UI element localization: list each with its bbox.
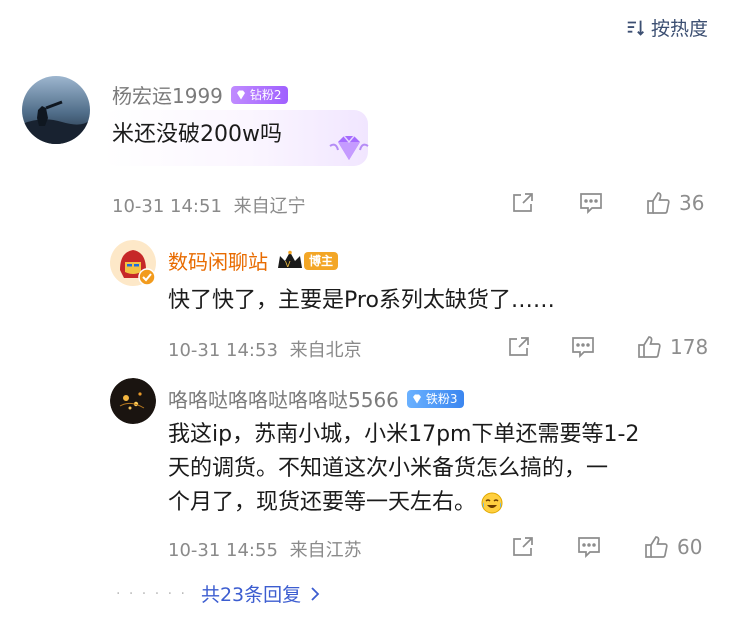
like-button[interactable]: 178 xyxy=(636,334,708,360)
comment-icon xyxy=(580,193,602,215)
more-replies-link[interactable]: · · · · · · 共23条回复 xyxy=(116,580,323,607)
reply-header: 咯咯哒咯咯哒咯咯哒5566 铁粉3 xyxy=(168,384,464,413)
reply-header: 数码闲聊站 V 博主 xyxy=(168,246,339,275)
comment-location: 来自辽宁 xyxy=(233,196,306,217)
like-count: 60 xyxy=(677,535,703,559)
like-count: 36 xyxy=(679,191,705,215)
reply-time: 10-31 14:53 xyxy=(168,340,278,361)
reply-location: 来自江苏 xyxy=(289,540,362,561)
avatar[interactable] xyxy=(22,76,90,144)
sort-by-hot-button[interactable]: 按热度 xyxy=(625,14,708,41)
fan-badge-label: 铁粉3 xyxy=(425,391,458,406)
thumbs-up-icon xyxy=(645,536,668,558)
blogger-badge: V 博主 xyxy=(276,250,339,272)
share-button[interactable] xyxy=(506,334,532,360)
reply-time: 10-31 14:55 xyxy=(168,540,278,561)
share-button[interactable] xyxy=(510,190,536,216)
thumbs-up-icon xyxy=(638,336,661,358)
reply-text-line: 个月了，现货还要等一天左右。 xyxy=(168,486,639,520)
comment-button[interactable] xyxy=(570,334,596,360)
comment-button[interactable] xyxy=(578,190,604,216)
share-icon xyxy=(513,193,533,212)
reply-text-line: 我这ip，苏南小城，小米17pm下单还需要等1-2 xyxy=(168,422,640,447)
fan-badge-label: 钻粉2 xyxy=(249,87,282,102)
fan-badge: 铁粉3 xyxy=(406,389,464,408)
comment-button[interactable] xyxy=(576,534,602,560)
username[interactable]: 杨宏运1999 xyxy=(112,80,223,109)
share-icon xyxy=(509,337,529,356)
diamond-icon xyxy=(236,90,245,99)
crown-icon: V xyxy=(278,250,302,269)
comment-icon xyxy=(578,537,600,559)
reply-text: 我这ip，苏南小城，小米17pm下单还需要等1-2 天的调货。不知道这次小米备货… xyxy=(168,418,639,520)
comment-meta: 10-31 14:51 来自辽宁 xyxy=(112,192,312,218)
like-button[interactable]: 60 xyxy=(643,534,702,560)
username[interactable]: 数码闲聊站 xyxy=(168,246,268,275)
verified-icon xyxy=(138,268,156,286)
like-button[interactable]: 36 xyxy=(645,190,704,216)
laugh-cry-emoji-icon xyxy=(481,492,503,514)
share-icon xyxy=(513,537,533,556)
chevron-right-icon xyxy=(311,586,320,601)
diamond-icon xyxy=(412,394,421,403)
reply-text-line-content: 个月了，现货还要等一天左右。 xyxy=(168,490,477,515)
blogger-badge-label: 博主 xyxy=(304,251,339,270)
reply-text-line: 天的调货。不知道这次小米备货怎么搞的，一 xyxy=(168,456,609,481)
diamond-decoration-icon xyxy=(329,135,369,160)
like-count: 178 xyxy=(670,335,709,359)
fan-badge: 钻粉2 xyxy=(230,85,288,104)
avatar[interactable] xyxy=(110,378,156,424)
sort-icon xyxy=(627,20,644,36)
thumbs-up-icon xyxy=(647,192,670,214)
reply-meta: 10-31 14:53 来自北京 xyxy=(168,336,368,362)
sort-label: 按热度 xyxy=(650,18,708,40)
reply-text: 快了快了，主要是Pro系列太缺货了…… xyxy=(168,288,555,313)
username[interactable]: 咯咯哒咯咯哒咯咯哒5566 xyxy=(168,384,399,413)
share-button[interactable] xyxy=(510,534,536,560)
svg-text:V: V xyxy=(285,260,291,269)
comment-icon xyxy=(572,337,594,359)
comment-time: 10-31 14:51 xyxy=(112,196,222,217)
comment-header: 杨宏运1999 钻粉2 xyxy=(112,80,288,109)
dotted-line: · · · · · · xyxy=(116,585,187,602)
reply-location: 来自北京 xyxy=(289,340,362,361)
reply-meta: 10-31 14:55 来自江苏 xyxy=(168,536,368,562)
more-replies-label: 共23条回复 xyxy=(200,584,302,606)
comment-text: 米还没破200w吗 xyxy=(112,122,282,147)
